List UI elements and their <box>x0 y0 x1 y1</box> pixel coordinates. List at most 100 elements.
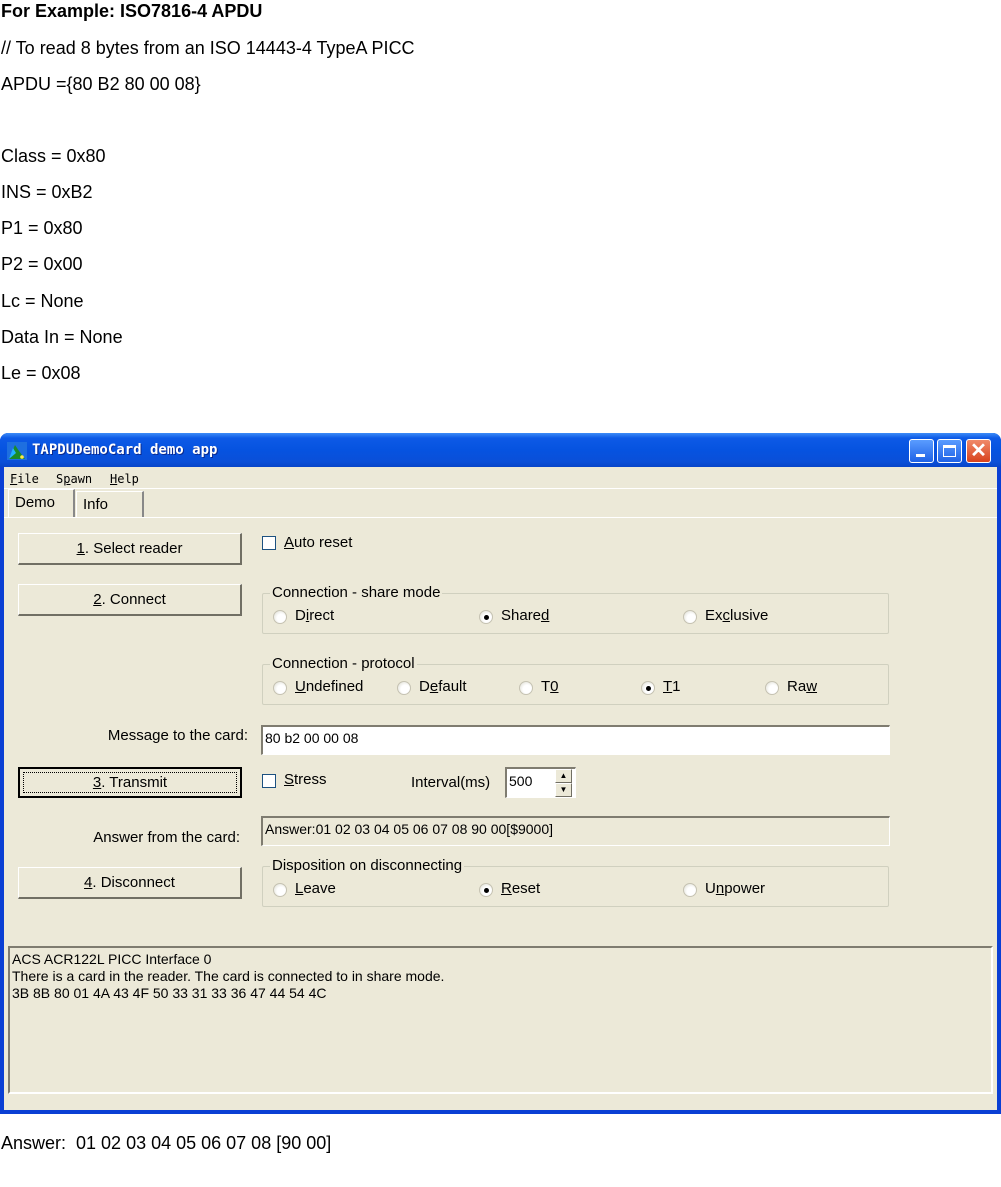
maximize-button[interactable] <box>937 439 962 463</box>
label-text: ndefined <box>305 678 364 695</box>
label-accel: d <box>541 607 550 624</box>
button-label: . Disconnect <box>92 873 175 891</box>
protocol-title: Connection - protocol <box>270 655 417 673</box>
doc-apdu-line: APDU ={80 B2 80 00 08} <box>1 74 201 94</box>
label-accel: 0 <box>550 678 559 695</box>
label-accel: c <box>722 607 731 624</box>
stress-checkbox[interactable] <box>262 774 276 788</box>
focus-rect <box>23 772 237 793</box>
radio-exclusive-label[interactable]: Exclusive <box>705 607 768 624</box>
arrow-down-icon: ▼ <box>559 785 568 794</box>
button-label: . Select reader <box>84 539 183 557</box>
label-accel: R <box>501 880 512 897</box>
spin-down-button[interactable]: ▼ <box>555 783 572 797</box>
doc-field-data-in: Data In = None <box>1 327 123 347</box>
menu-file[interactable]: File <box>10 472 39 486</box>
doc-heading: For Example: ISO7816-4 APDU <box>1 1 263 21</box>
auto-reset-checkbox[interactable] <box>262 536 276 550</box>
doc-comment: // To read 8 bytes from an ISO 14443-4 T… <box>1 38 415 58</box>
tab-demo[interactable]: Demo <box>8 489 75 517</box>
radio-unpower[interactable] <box>683 883 697 897</box>
stress-label[interactable]: Stress <box>284 771 327 788</box>
radio-undefined-label[interactable]: Undefined <box>295 678 363 695</box>
share-mode-group: Connection - share mode Direct Shared Ex… <box>262 584 889 634</box>
label-text: eave <box>303 880 336 897</box>
answer-output[interactable]: Answer:01 02 03 04 05 06 07 08 90 00[$90… <box>261 816 890 846</box>
label-accel: n <box>715 880 725 897</box>
window-client: File Spawn Help Demo Info 1. Select read… <box>4 467 997 1110</box>
label-text: lusive <box>730 607 769 624</box>
minimize-button[interactable] <box>909 439 934 463</box>
message-input[interactable]: 80 b2 00 00 08 <box>261 725 890 755</box>
radio-t0-label[interactable]: T0 <box>541 678 559 695</box>
label-text: Ex <box>705 607 723 624</box>
label-text: uto reset <box>294 534 353 551</box>
radio-t1-label[interactable]: T1 <box>663 678 681 695</box>
radio-reset-label[interactable]: Reset <box>501 880 540 897</box>
radio-reset[interactable] <box>479 883 493 897</box>
label-text: Share <box>501 607 542 624</box>
menu-spawn[interactable]: Spawn <box>56 472 92 486</box>
label-text: D <box>295 607 306 624</box>
menu-bar: File Spawn Help <box>4 467 997 489</box>
answer-label: Answer from the card: <box>93 829 240 846</box>
button-accel: 2 <box>93 590 102 608</box>
label-text: eset <box>511 880 541 897</box>
doc-field-ins: INS = 0xB2 <box>1 182 93 202</box>
menu-text: elp <box>117 472 139 486</box>
radio-leave[interactable] <box>273 883 287 897</box>
label-text: U <box>705 880 716 897</box>
radio-raw-label[interactable]: Raw <box>787 678 817 695</box>
label-text: T <box>541 678 551 695</box>
label-text: tress <box>294 771 327 788</box>
radio-shared-label[interactable]: Shared <box>501 607 549 624</box>
radio-default[interactable] <box>397 681 411 695</box>
minimize-icon <box>916 454 925 457</box>
transmit-button[interactable]: 3. Transmit <box>18 767 242 798</box>
window-title: TAPDUDemoCard demo app <box>32 442 218 458</box>
label-accel: S <box>284 771 295 788</box>
arrow-up-icon: ▲ <box>559 771 568 780</box>
log-line: ACS ACR122L PICC Interface 0 <box>12 951 212 967</box>
doc-field-class: Class = 0x80 <box>1 146 106 166</box>
radio-unpower-label[interactable]: Unpower <box>705 880 765 897</box>
menu-text: ile <box>17 472 39 486</box>
app-icon <box>7 442 27 460</box>
radio-direct-label[interactable]: Direct <box>295 607 334 624</box>
doc-answer-line: Answer: 01 02 03 04 05 06 07 08 [90 00] <box>1 1133 332 1153</box>
title-bar[interactable]: TAPDUDemoCard demo app ✕ <box>0 433 1001 467</box>
close-button[interactable]: ✕ <box>966 439 991 463</box>
select-reader-button[interactable]: 1. Select reader <box>18 533 242 565</box>
connect-button[interactable]: 2. Connect <box>18 584 242 616</box>
share-mode-title: Connection - share mode <box>270 584 443 602</box>
menu-help[interactable]: Help <box>110 472 139 486</box>
log-line: There is a card in the reader. The card … <box>12 968 445 984</box>
menu-text: awn <box>70 472 93 486</box>
tab-info[interactable]: Info <box>76 491 144 517</box>
radio-default-label[interactable]: Default <box>419 678 467 695</box>
auto-reset-label[interactable]: Auto reset <box>284 534 352 551</box>
close-icon: ✕ <box>970 440 987 462</box>
radio-t1[interactable] <box>641 681 655 695</box>
label-text: rect <box>309 607 335 624</box>
spin-up-button[interactable]: ▲ <box>555 769 572 783</box>
log-output[interactable]: ACS ACR122L PICC Interface 0 There is a c… <box>8 946 993 1094</box>
label-accel: U <box>295 678 306 695</box>
interval-label: Interval(ms) <box>411 774 491 791</box>
app-window: TAPDUDemoCard demo app ✕ File Spawn Help… <box>0 433 1001 1114</box>
label-accel: A <box>284 534 295 551</box>
radio-direct[interactable] <box>273 610 287 624</box>
radio-shared[interactable] <box>479 610 493 624</box>
radio-undefined[interactable] <box>273 681 287 695</box>
radio-raw[interactable] <box>765 681 779 695</box>
disposition-group: Disposition on disconnecting Leave Reset… <box>262 857 889 907</box>
log-line: 3B 8B 80 01 4A 43 4F 50 33 31 33 36 47 4… <box>12 985 327 1001</box>
radio-exclusive[interactable] <box>683 610 697 624</box>
radio-leave-label[interactable]: Leave <box>295 880 336 897</box>
doc-field-le: Le = 0x08 <box>1 363 81 383</box>
label-text: D <box>419 678 430 695</box>
doc-field-p2: P2 = 0x00 <box>1 254 83 274</box>
disconnect-button[interactable]: 4. Disconnect <box>18 867 242 899</box>
label-accel: T <box>663 678 673 695</box>
radio-t0[interactable] <box>519 681 533 695</box>
